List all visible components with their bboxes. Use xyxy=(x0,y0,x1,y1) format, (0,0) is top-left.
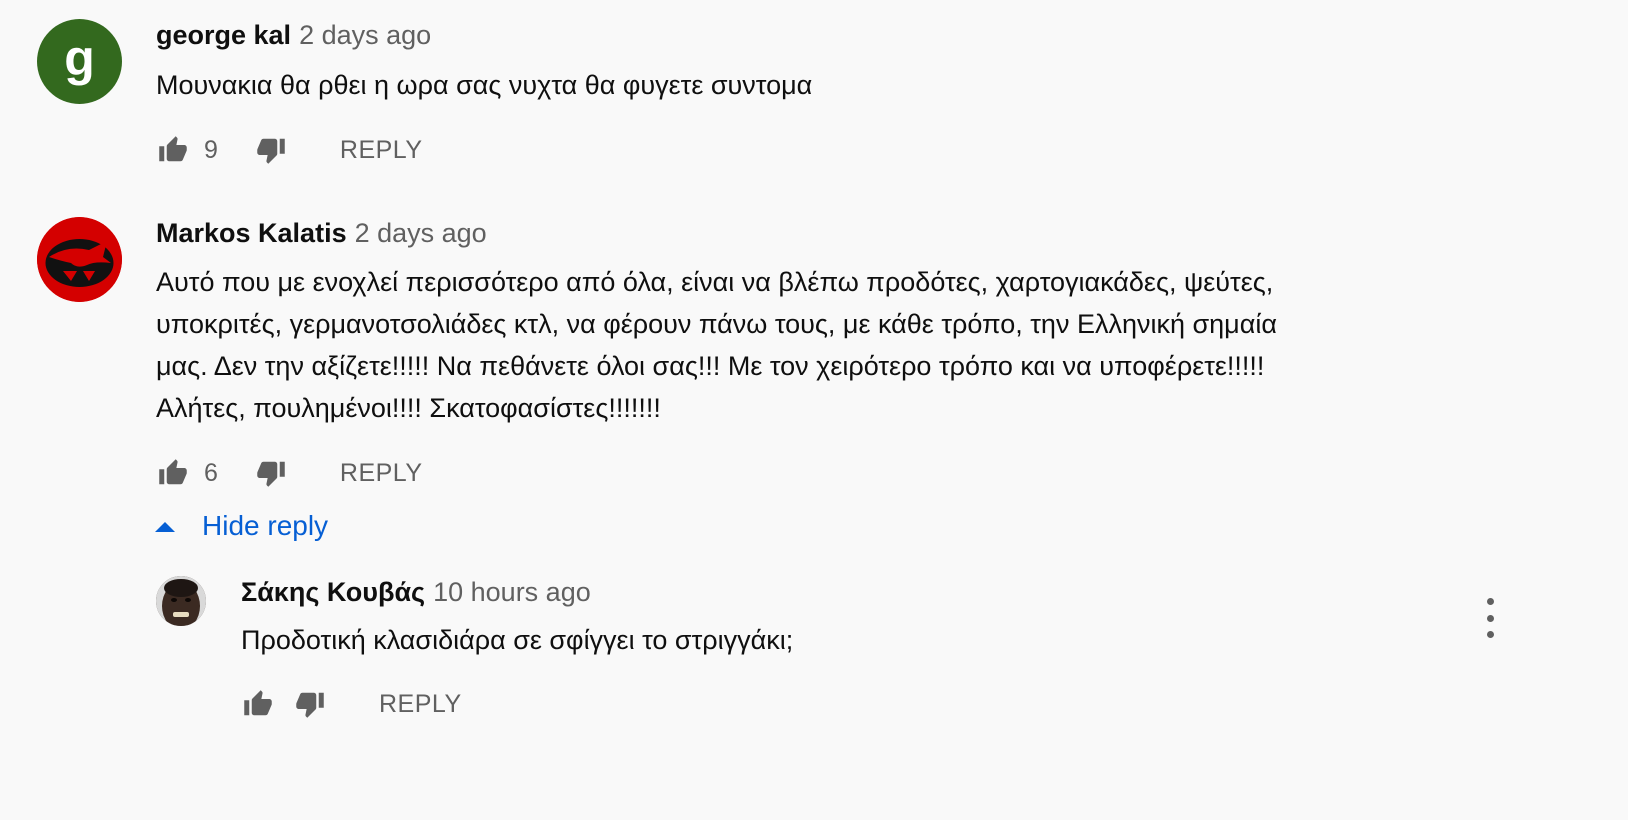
comment-actions: REPLY xyxy=(241,684,462,724)
more-actions-icon[interactable] xyxy=(1480,598,1500,638)
comment-header: Markos Kalatis 2 days ago xyxy=(156,218,487,249)
kebab-dot xyxy=(1486,614,1494,622)
timestamp[interactable]: 2 days ago xyxy=(355,218,487,248)
reply-button[interactable]: REPLY xyxy=(340,136,423,165)
author-name[interactable]: george kal xyxy=(156,20,291,50)
thumbs-up-icon[interactable] xyxy=(156,135,190,165)
timestamp[interactable]: 10 hours ago xyxy=(433,577,591,607)
timestamp[interactable]: 2 days ago xyxy=(299,20,431,50)
kebab-dot xyxy=(1486,631,1494,638)
hide-replies-label: Hide reply xyxy=(202,510,329,541)
avatar[interactable] xyxy=(156,576,206,626)
profile-photo-icon xyxy=(156,576,206,626)
thumbs-down-icon[interactable] xyxy=(254,458,288,488)
caret-up-icon xyxy=(155,522,175,532)
avatar[interactable] xyxy=(37,217,122,302)
author-name[interactable]: Markos Kalatis xyxy=(156,218,347,248)
comment-text: Προδοτική κλασιδιάρα σε σφίγγει το στριγ… xyxy=(241,625,794,655)
kebab-dot xyxy=(1486,598,1494,605)
hide-replies-button[interactable]: Hide reply xyxy=(154,510,328,542)
like-count: 6 xyxy=(204,458,218,487)
comment-header: george kal 2 days ago xyxy=(156,20,431,51)
reply-button[interactable]: REPLY xyxy=(340,459,423,488)
comment-header: Σάκης Κουβάς 10 hours ago xyxy=(241,577,591,608)
like-count: 9 xyxy=(204,135,218,164)
thundercats-logo-icon xyxy=(37,217,122,302)
reply-button[interactable]: REPLY xyxy=(379,690,462,719)
thumbs-up-icon[interactable] xyxy=(241,689,275,719)
thumbs-down-icon[interactable] xyxy=(254,135,288,165)
comment-actions: 6 REPLY xyxy=(156,453,423,493)
author-name[interactable]: Σάκης Κουβάς xyxy=(241,577,425,607)
comment-text: Μουνακια θα ρθει η ωρα σας νυχτα θα φυγε… xyxy=(156,70,813,100)
thumbs-up-icon[interactable] xyxy=(156,458,190,488)
thumbs-down-icon[interactable] xyxy=(293,689,327,719)
comment-text: Αυτό που με ενοχλεί περισσότερο από όλα,… xyxy=(156,267,1277,423)
avatar[interactable]: g xyxy=(37,19,122,104)
comment-actions: 9 REPLY xyxy=(156,130,423,170)
